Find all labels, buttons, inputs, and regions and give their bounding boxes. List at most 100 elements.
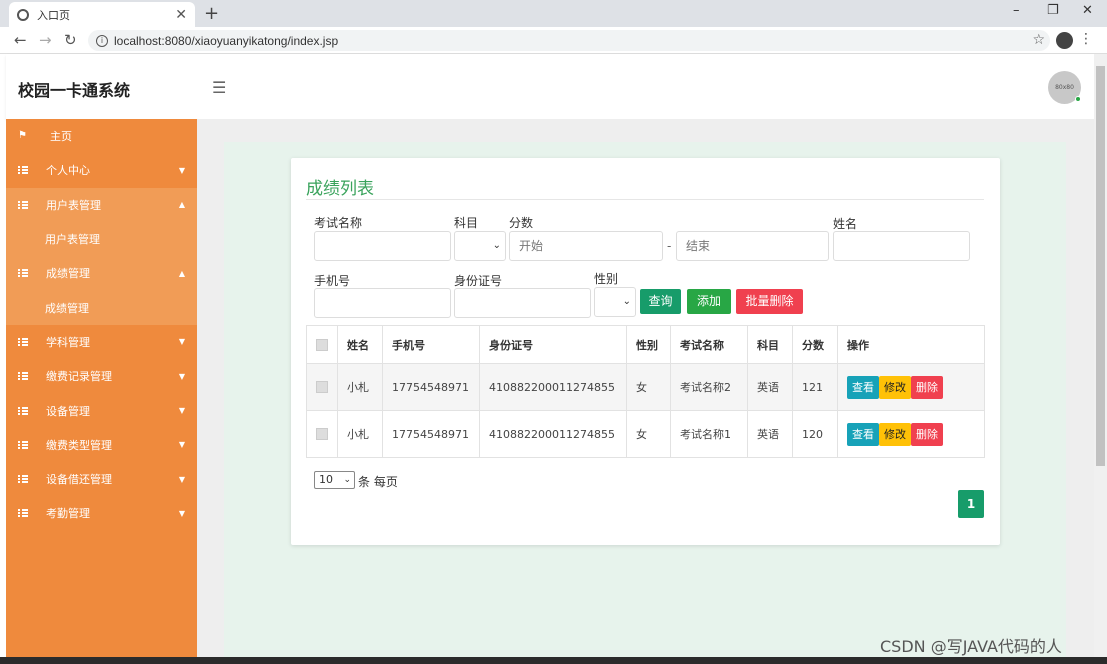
- table-header-row: 姓名 手机号 身份证号 性别 考试名称 科目 分数 操作: [306, 325, 985, 364]
- table-row: 小札 17754548971 410882200011274855 女 考试名称…: [306, 410, 985, 458]
- subject-select[interactable]: ⌄: [454, 231, 506, 261]
- gender-label: 性别: [594, 272, 619, 286]
- sidebar-item-label: 主页: [50, 130, 72, 144]
- sidebar-item[interactable]: 缴费记录管理 ▼: [6, 359, 197, 393]
- chevron-down-icon: ⌄: [622, 296, 631, 307]
- sidebar-item[interactable]: 缴费类型管理 ▼: [6, 428, 197, 462]
- cell-phone: 17754548971: [382, 410, 480, 458]
- cell-name: 小札: [337, 363, 383, 411]
- caret-up-icon: ▲: [178, 200, 185, 210]
- cell-id-card: 410882200011274855: [479, 410, 627, 458]
- scrollbar-thumb[interactable]: [1096, 66, 1105, 466]
- col-header: 分数: [792, 325, 838, 364]
- sidebar-item-label: 成绩管理: [46, 267, 90, 281]
- page-size-select[interactable]: 10 ⌄: [314, 471, 355, 489]
- sidebar-item-label: 设备借还管理: [46, 473, 112, 487]
- bookmark-star-icon[interactable]: ☆: [1032, 32, 1045, 48]
- sidebar-item-label: 考勤管理: [46, 507, 90, 521]
- url-text: localhost:8080/xiaoyuanyikatong/index.js…: [114, 33, 339, 48]
- list-icon: [18, 166, 28, 175]
- caret-up-icon: ▲: [178, 268, 185, 278]
- caret-down-icon: ▼: [178, 508, 185, 518]
- add-button[interactable]: 添加: [687, 289, 731, 314]
- sidebar-item-label: 个人中心: [46, 164, 90, 178]
- cell-exam: 考试名称2: [670, 363, 748, 411]
- sidebar-item-label: 设备管理: [46, 404, 90, 418]
- sidebar-item[interactable]: 用户表管理 ▲: [6, 187, 197, 222]
- edit-button[interactable]: 修改: [879, 422, 911, 446]
- view-button[interactable]: 查看: [847, 422, 879, 446]
- delete-button[interactable]: 删除: [911, 422, 943, 446]
- list-icon: [18, 372, 28, 381]
- phone-input[interactable]: [314, 288, 451, 318]
- batch-delete-button[interactable]: 批量删除: [736, 289, 803, 314]
- close-tab-icon[interactable]: ✕: [175, 7, 187, 23]
- sidebar-item[interactable]: 学科管理 ▼: [6, 325, 197, 359]
- new-tab-icon[interactable]: +: [204, 3, 219, 24]
- caret-down-icon: ▼: [178, 474, 185, 484]
- card-title: 成绩列表: [306, 179, 374, 199]
- page-size-value: 10: [319, 473, 333, 486]
- tab-title: 入口页: [37, 8, 70, 22]
- subject-label: 科目: [454, 216, 479, 230]
- sidebar-item[interactable]: 成绩管理: [6, 290, 197, 325]
- list-icon: [18, 406, 28, 415]
- sidebar-item[interactable]: ⚑ 主页: [6, 119, 197, 153]
- sidebar-item[interactable]: 设备管理 ▼: [6, 393, 197, 427]
- sidebar-item-label: 缴费类型管理: [46, 438, 112, 452]
- score-start-input[interactable]: 开始: [509, 231, 663, 261]
- query-button[interactable]: 查询: [640, 289, 681, 314]
- brand-title: 校园一卡通系统: [18, 81, 131, 100]
- scrollbar[interactable]: [1094, 54, 1107, 664]
- list-icon: [18, 509, 28, 518]
- sidebar-item[interactable]: 考勤管理 ▼: [6, 496, 197, 530]
- forward-icon[interactable]: →: [39, 31, 52, 49]
- exam-name-input[interactable]: [314, 231, 451, 261]
- hamburger-icon[interactable]: ☰: [212, 78, 226, 97]
- info-icon[interactable]: i: [96, 34, 108, 47]
- view-button[interactable]: 查看: [847, 375, 879, 399]
- sidebar-item[interactable]: 设备借还管理 ▼: [6, 462, 197, 496]
- caret-down-icon: ▼: [178, 337, 185, 347]
- row-select-cell: [306, 363, 338, 411]
- gender-select[interactable]: ⌄: [594, 287, 636, 317]
- page-button-current[interactable]: 1: [958, 490, 984, 518]
- score-end-input[interactable]: 结束: [676, 231, 829, 261]
- browser-menu-icon[interactable]: ⋮: [1079, 31, 1093, 47]
- sidebar-item[interactable]: 成绩管理 ▲: [6, 256, 197, 291]
- name-label: 姓名: [833, 217, 858, 231]
- cell-subject: 英语: [747, 363, 793, 411]
- reload-icon[interactable]: ↻: [64, 31, 77, 49]
- delete-button[interactable]: 删除: [911, 375, 943, 399]
- cell-gender: 女: [626, 410, 671, 458]
- col-header: 科目: [747, 325, 793, 364]
- list-icon: [18, 269, 28, 278]
- account-icon[interactable]: [1056, 32, 1073, 49]
- exam-name-label: 考试名称: [314, 216, 363, 230]
- restore-icon[interactable]: ❐: [1047, 3, 1059, 18]
- sidebar-item[interactable]: 用户表管理: [6, 221, 197, 257]
- name-input[interactable]: [833, 231, 970, 261]
- col-header: 操作: [837, 325, 985, 364]
- row-select-cell: [306, 410, 338, 458]
- phone-label: 手机号: [314, 274, 351, 288]
- back-icon[interactable]: ←: [14, 31, 27, 49]
- per-page-label: 条 每页: [358, 475, 398, 489]
- score-list-card: 成绩列表 考试名称 科目 ⌄ 分数 开始 - 结束 姓名 手机号 身份证号 性别…: [291, 158, 1000, 545]
- caret-down-icon: ▼: [178, 406, 185, 416]
- window-close-icon[interactable]: ✕: [1082, 3, 1093, 18]
- select-all-cell: [306, 325, 338, 364]
- cell-subject: 英语: [747, 410, 793, 458]
- sidebar-item[interactable]: 个人中心 ▼: [6, 153, 197, 187]
- row-checkbox[interactable]: [316, 428, 328, 440]
- row-checkbox[interactable]: [316, 381, 328, 393]
- minimize-icon[interactable]: –: [1013, 3, 1020, 18]
- url-field[interactable]: i localhost:8080/xiaoyuanyikatong/index.…: [88, 30, 1050, 51]
- edit-button[interactable]: 修改: [879, 375, 911, 399]
- cell-score: 121: [792, 363, 838, 411]
- id-card-input[interactable]: [454, 288, 591, 318]
- select-all-checkbox[interactable]: [316, 338, 328, 351]
- caret-down-icon: ▼: [178, 165, 185, 175]
- cell-exam: 考试名称1: [670, 410, 748, 458]
- browser-tab[interactable]: 入口页 ✕: [9, 2, 195, 27]
